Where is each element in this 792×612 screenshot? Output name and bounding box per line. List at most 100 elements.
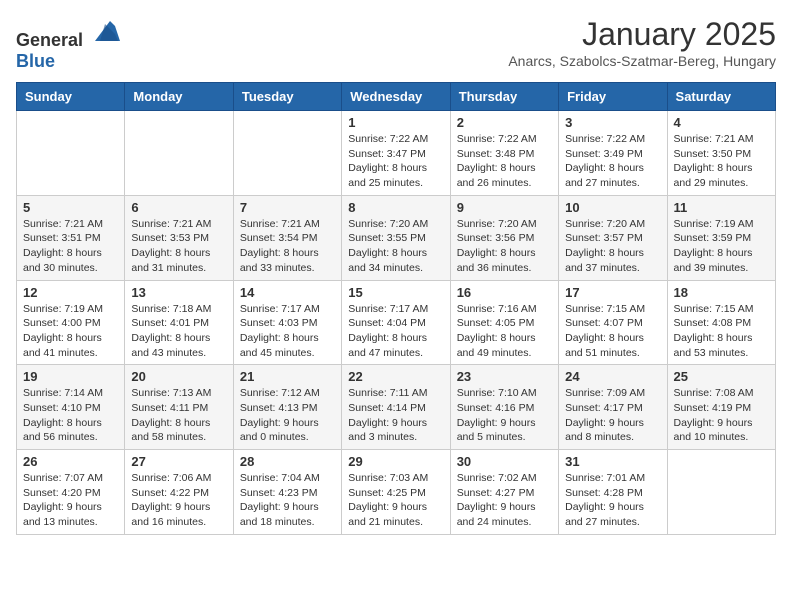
- calendar-day-25: 25 Sunrise: 7:08 AM Sunset: 4:19 PM Dayli…: [667, 365, 775, 450]
- calendar-day-16: 16 Sunrise: 7:16 AM Sunset: 4:05 PM Dayli…: [450, 280, 558, 365]
- calendar-table: SundayMondayTuesdayWednesdayThursdayFrid…: [16, 82, 776, 535]
- calendar-day-17: 17 Sunrise: 7:15 AM Sunset: 4:07 PM Dayli…: [559, 280, 667, 365]
- day-number: 31: [565, 454, 660, 469]
- calendar-week-row: 19 Sunrise: 7:14 AM Sunset: 4:10 PM Dayli…: [17, 365, 776, 450]
- calendar-day-3: 3Sunrise: 7:22 AM Sunset: 3:49 PM Daylig…: [559, 111, 667, 196]
- weekday-header-thursday: Thursday: [450, 83, 558, 111]
- day-number: 28: [240, 454, 335, 469]
- calendar-day-22: 22 Sunrise: 7:11 AM Sunset: 4:14 PM Dayli…: [342, 365, 450, 450]
- calendar-day-20: 20 Sunrise: 7:13 AM Sunset: 4:11 PM Dayli…: [125, 365, 233, 450]
- day-number: 27: [131, 454, 226, 469]
- day-info: Sunrise: 7:12 AM Sunset: 4:13 PM Dayligh…: [240, 386, 335, 445]
- day-info: Sunrise: 7:15 AM Sunset: 4:07 PM Dayligh…: [565, 302, 660, 361]
- day-number: 11: [674, 200, 769, 215]
- day-number: 6: [131, 200, 226, 215]
- logo-icon: [90, 16, 120, 46]
- day-info: Sunrise: 7:01 AM Sunset: 4:28 PM Dayligh…: [565, 471, 660, 530]
- day-number: 18: [674, 285, 769, 300]
- day-info: Sunrise: 7:22 AM Sunset: 3:47 PM Dayligh…: [348, 132, 443, 191]
- day-info: Sunrise: 7:11 AM Sunset: 4:14 PM Dayligh…: [348, 386, 443, 445]
- day-info: Sunrise: 7:16 AM Sunset: 4:05 PM Dayligh…: [457, 302, 552, 361]
- day-number: 1: [348, 115, 443, 130]
- calendar-empty-cell: [17, 111, 125, 196]
- day-info: Sunrise: 7:17 AM Sunset: 4:04 PM Dayligh…: [348, 302, 443, 361]
- day-info: Sunrise: 7:19 AM Sunset: 3:59 PM Dayligh…: [674, 217, 769, 276]
- calendar-day-19: 19 Sunrise: 7:14 AM Sunset: 4:10 PM Dayli…: [17, 365, 125, 450]
- calendar-day-14: 14Sunrise: 7:17 AM Sunset: 4:03 PM Dayli…: [233, 280, 341, 365]
- day-info: Sunrise: 7:21 AM Sunset: 3:53 PM Dayligh…: [131, 217, 226, 276]
- title-block: January 2025 Anarcs, Szabolcs-Szatmar-Be…: [508, 16, 776, 69]
- day-info: Sunrise: 7:21 AM Sunset: 3:50 PM Dayligh…: [674, 132, 769, 191]
- day-info: Sunrise: 7:08 AM Sunset: 4:19 PM Dayligh…: [674, 386, 769, 445]
- day-info: Sunrise: 7:19 AM Sunset: 4:00 PM Dayligh…: [23, 302, 118, 361]
- location-subtitle: Anarcs, Szabolcs-Szatmar-Bereg, Hungary: [508, 53, 776, 69]
- logo-general: General: [16, 30, 83, 50]
- logo: General Blue: [16, 16, 120, 72]
- calendar-day-26: 26Sunrise: 7:07 AM Sunset: 4:20 PM Dayli…: [17, 450, 125, 535]
- page-header: General Blue January 2025 Anarcs, Szabol…: [16, 16, 776, 72]
- day-info: Sunrise: 7:20 AM Sunset: 3:56 PM Dayligh…: [457, 217, 552, 276]
- day-info: Sunrise: 7:04 AM Sunset: 4:23 PM Dayligh…: [240, 471, 335, 530]
- day-number: 15: [348, 285, 443, 300]
- weekday-header-friday: Friday: [559, 83, 667, 111]
- logo-text: General Blue: [16, 16, 120, 72]
- weekday-header-wednesday: Wednesday: [342, 83, 450, 111]
- calendar-day-6: 6 Sunrise: 7:21 AM Sunset: 3:53 PM Daylig…: [125, 195, 233, 280]
- day-info: Sunrise: 7:21 AM Sunset: 3:51 PM Dayligh…: [23, 217, 118, 276]
- day-number: 7: [240, 200, 335, 215]
- day-number: 14: [240, 285, 335, 300]
- calendar-empty-cell: [125, 111, 233, 196]
- calendar-day-2: 2 Sunrise: 7:22 AM Sunset: 3:48 PM Daylig…: [450, 111, 558, 196]
- day-info: Sunrise: 7:20 AM Sunset: 3:55 PM Dayligh…: [348, 217, 443, 276]
- weekday-header-monday: Monday: [125, 83, 233, 111]
- calendar-day-27: 27Sunrise: 7:06 AM Sunset: 4:22 PM Dayli…: [125, 450, 233, 535]
- calendar-day-30: 30 Sunrise: 7:02 AM Sunset: 4:27 PM Dayli…: [450, 450, 558, 535]
- calendar-day-7: 7Sunrise: 7:21 AM Sunset: 3:54 PM Daylig…: [233, 195, 341, 280]
- day-number: 5: [23, 200, 118, 215]
- weekday-header-saturday: Saturday: [667, 83, 775, 111]
- day-number: 4: [674, 115, 769, 130]
- day-info: Sunrise: 7:10 AM Sunset: 4:16 PM Dayligh…: [457, 386, 552, 445]
- day-number: 20: [131, 369, 226, 384]
- day-number: 13: [131, 285, 226, 300]
- day-number: 8: [348, 200, 443, 215]
- day-number: 10: [565, 200, 660, 215]
- calendar-week-row: 12 Sunrise: 7:19 AM Sunset: 4:00 PM Dayli…: [17, 280, 776, 365]
- day-info: Sunrise: 7:18 AM Sunset: 4:01 PM Dayligh…: [131, 302, 226, 361]
- day-number: 12: [23, 285, 118, 300]
- calendar-day-11: 11 Sunrise: 7:19 AM Sunset: 3:59 PM Dayli…: [667, 195, 775, 280]
- calendar-week-row: 26Sunrise: 7:07 AM Sunset: 4:20 PM Dayli…: [17, 450, 776, 535]
- day-number: 26: [23, 454, 118, 469]
- day-number: 2: [457, 115, 552, 130]
- day-number: 25: [674, 369, 769, 384]
- day-info: Sunrise: 7:13 AM Sunset: 4:11 PM Dayligh…: [131, 386, 226, 445]
- weekday-header-row: SundayMondayTuesdayWednesdayThursdayFrid…: [17, 83, 776, 111]
- calendar-day-12: 12 Sunrise: 7:19 AM Sunset: 4:00 PM Dayli…: [17, 280, 125, 365]
- calendar-day-4: 4 Sunrise: 7:21 AM Sunset: 3:50 PM Daylig…: [667, 111, 775, 196]
- weekday-header-tuesday: Tuesday: [233, 83, 341, 111]
- calendar-week-row: 1 Sunrise: 7:22 AM Sunset: 3:47 PM Daylig…: [17, 111, 776, 196]
- day-number: 21: [240, 369, 335, 384]
- calendar-day-23: 23 Sunrise: 7:10 AM Sunset: 4:16 PM Dayli…: [450, 365, 558, 450]
- day-number: 22: [348, 369, 443, 384]
- calendar-day-18: 18Sunrise: 7:15 AM Sunset: 4:08 PM Dayli…: [667, 280, 775, 365]
- calendar-empty-cell: [667, 450, 775, 535]
- day-number: 16: [457, 285, 552, 300]
- calendar-empty-cell: [233, 111, 341, 196]
- day-info: Sunrise: 7:14 AM Sunset: 4:10 PM Dayligh…: [23, 386, 118, 445]
- calendar-day-5: 5 Sunrise: 7:21 AM Sunset: 3:51 PM Daylig…: [17, 195, 125, 280]
- day-number: 23: [457, 369, 552, 384]
- calendar-day-8: 8 Sunrise: 7:20 AM Sunset: 3:55 PM Daylig…: [342, 195, 450, 280]
- logo-blue: Blue: [16, 51, 55, 71]
- day-info: Sunrise: 7:02 AM Sunset: 4:27 PM Dayligh…: [457, 471, 552, 530]
- day-number: 30: [457, 454, 552, 469]
- calendar-day-21: 21 Sunrise: 7:12 AM Sunset: 4:13 PM Dayli…: [233, 365, 341, 450]
- day-number: 19: [23, 369, 118, 384]
- calendar-day-9: 9 Sunrise: 7:20 AM Sunset: 3:56 PM Daylig…: [450, 195, 558, 280]
- day-number: 17: [565, 285, 660, 300]
- day-number: 9: [457, 200, 552, 215]
- calendar-week-row: 5 Sunrise: 7:21 AM Sunset: 3:51 PM Daylig…: [17, 195, 776, 280]
- calendar-day-15: 15 Sunrise: 7:17 AM Sunset: 4:04 PM Dayli…: [342, 280, 450, 365]
- day-info: Sunrise: 7:22 AM Sunset: 3:48 PM Dayligh…: [457, 132, 552, 191]
- calendar-day-31: 31 Sunrise: 7:01 AM Sunset: 4:28 PM Dayli…: [559, 450, 667, 535]
